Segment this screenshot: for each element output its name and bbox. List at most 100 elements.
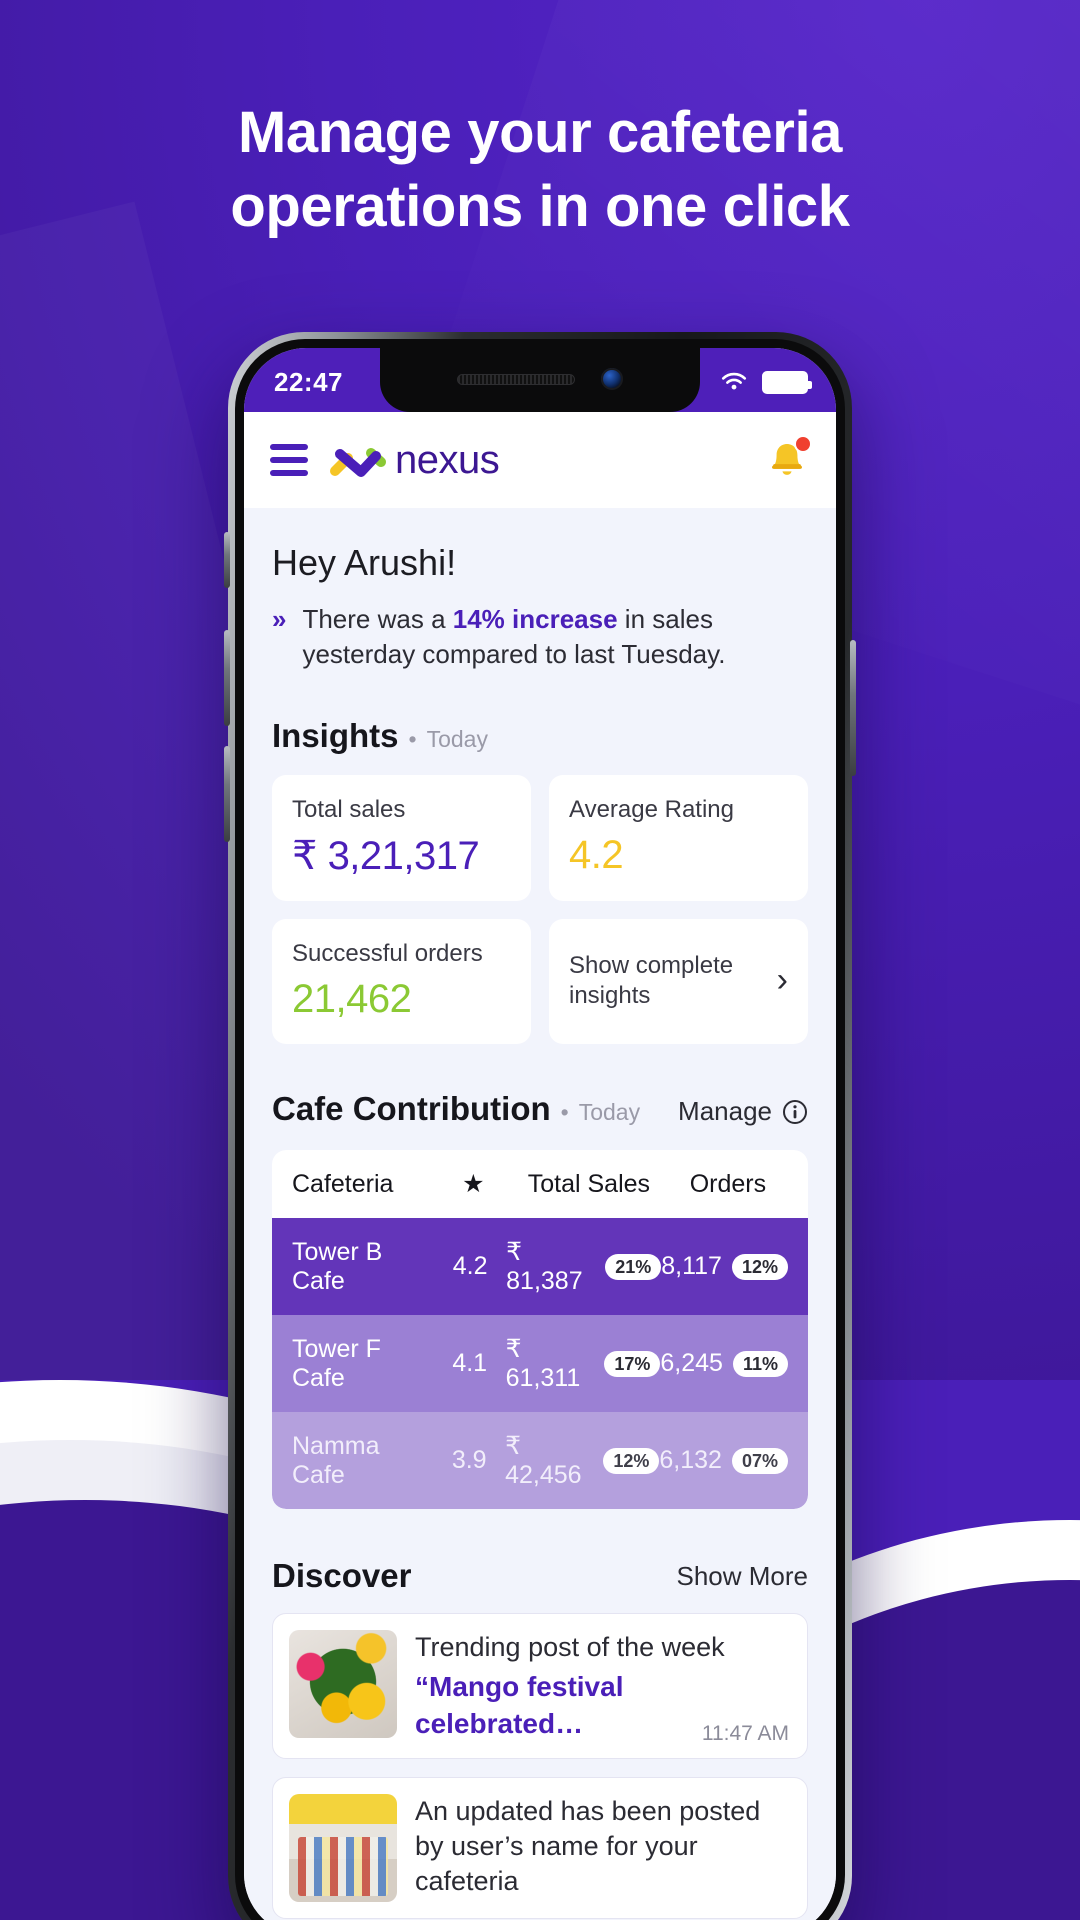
cell-orders-percent-badge: 07% xyxy=(731,1447,788,1474)
cell-orders: 6,245 11% xyxy=(660,1349,788,1378)
insight-card-average-rating[interactable]: Average Rating 4.2 xyxy=(549,775,808,902)
cell-orders-percent-badge: 11% xyxy=(732,1350,788,1377)
cell-sales-percent-badge: 17% xyxy=(604,1350,661,1377)
show-complete-insights-label: Show complete insights xyxy=(569,951,734,1009)
cell-orders-count: 8,117 xyxy=(661,1252,722,1281)
insights-title: Insights xyxy=(272,717,399,755)
discover-section-header: Discover Show More xyxy=(272,1557,808,1595)
cell-sales-amount: ₹ 81,387 xyxy=(506,1238,583,1296)
cafeteria-shelf-photo xyxy=(289,1794,397,1903)
phone-button-power[interactable] xyxy=(850,640,856,776)
double-chevron-right-icon: » xyxy=(272,604,287,634)
earpiece-speaker-icon xyxy=(457,373,575,385)
sales-tip: » There was a 14% increase in sales yest… xyxy=(272,602,808,671)
insight-card-label: Total sales xyxy=(292,796,406,824)
hamburger-line xyxy=(270,444,308,450)
insight-card-total-sales[interactable]: Total sales ₹ 3,21,317 xyxy=(272,775,531,902)
promo-headline-line-2: operations in one click xyxy=(230,174,850,240)
app-content: Hey Arushi! » There was a 14% increase i… xyxy=(244,508,836,1920)
list-item[interactable]: An updated has been posted by user’s nam… xyxy=(272,1777,808,1920)
column-header-orders: Orders xyxy=(689,1169,767,1198)
cell-sales-percent-badge: 21% xyxy=(605,1253,662,1280)
cell-rating: 4.1 xyxy=(452,1349,488,1378)
sales-tip-prefix: There was a xyxy=(302,604,453,634)
cell-orders-count: 6,245 xyxy=(660,1349,723,1378)
cell-orders-count: 6,132 xyxy=(659,1446,722,1475)
sales-tip-text: There was a 14% increase in sales yester… xyxy=(302,602,808,671)
phone-button-silent[interactable] xyxy=(224,532,230,588)
discover-item-body: An updated has been posted by user’s nam… xyxy=(415,1794,791,1902)
cafe-contribution-table: Cafeteria ★ Total Sales Orders Tower B C… xyxy=(272,1150,808,1510)
discover-show-more-button[interactable]: Show More xyxy=(677,1561,809,1592)
column-header-rating-star-icon: ★ xyxy=(462,1170,485,1199)
wifi-icon xyxy=(721,372,747,390)
table-row[interactable]: Tower B Cafe 4.2 ₹ 81,387 21% 8,117 12% xyxy=(272,1218,808,1316)
table-row[interactable]: Namma Cafe 3.9 ₹ 42,456 12% 6,132 07% xyxy=(272,1412,808,1510)
cafe-contribution-period[interactable]: Today xyxy=(579,1099,640,1126)
cell-sales-amount: ₹ 42,456 xyxy=(505,1432,582,1490)
brand-logo[interactable]: nexus xyxy=(330,437,500,483)
mango-festival-photo xyxy=(289,1630,397,1739)
table-header-row: Cafeteria ★ Total Sales Orders xyxy=(272,1150,808,1219)
phone-button-volume-down[interactable] xyxy=(224,746,230,842)
sales-tip-highlight: 14% increase xyxy=(452,604,618,634)
cell-total-sales: ₹ 61,311 17% xyxy=(506,1334,661,1393)
cafe-contribution-title: Cafe Contribution xyxy=(272,1090,551,1128)
cell-orders: 8,117 12% xyxy=(661,1252,788,1281)
insights-period[interactable]: Today xyxy=(427,726,488,753)
front-camera-icon xyxy=(601,368,623,390)
discover-item-timestamp: 11:47 AM xyxy=(701,1722,789,1746)
hamburger-line xyxy=(270,470,308,476)
insight-card-value: 21,462 xyxy=(292,977,412,1022)
insight-card-successful-orders[interactable]: Successful orders 21,462 xyxy=(272,919,531,1045)
insight-card-label: Average Rating xyxy=(569,796,734,824)
hamburger-line xyxy=(270,457,308,463)
cell-rating: 3.9 xyxy=(451,1446,487,1475)
column-header-cafeteria: Cafeteria xyxy=(292,1169,394,1198)
hamburger-menu-icon[interactable] xyxy=(270,444,308,476)
status-time: 22:47 xyxy=(274,366,343,397)
phone-screen: 22:47 nexus Hey Arushi! » There was a 14… xyxy=(244,348,836,1920)
cafe-contribution-separator: • xyxy=(560,1099,569,1126)
cell-total-sales: ₹ 81,387 21% xyxy=(506,1237,662,1296)
cafe-contribution-header: Cafe Contribution • Today Manage xyxy=(272,1090,808,1128)
app-header-left: nexus xyxy=(270,437,500,483)
notification-badge xyxy=(794,435,812,453)
phone-button-volume-up[interactable] xyxy=(224,630,230,726)
info-circle-icon xyxy=(783,1099,807,1124)
insights-section-header: Insights • Today xyxy=(272,717,808,755)
insights-separator: • xyxy=(408,726,417,753)
promo-headline: Manage your cafeteria operations in one … xyxy=(0,96,1080,244)
cell-cafeteria-name: Tower F Cafe xyxy=(292,1334,381,1392)
status-indicators xyxy=(718,370,812,394)
battery-full-icon xyxy=(762,370,812,394)
list-item[interactable]: Trending post of the week “Mango festiva… xyxy=(272,1613,808,1760)
cell-sales-percent-badge: 12% xyxy=(603,1447,660,1474)
cell-cafeteria-name: Namma Cafe xyxy=(292,1431,380,1489)
insight-card-label: Successful orders xyxy=(292,940,483,968)
promo-headline-line-1: Manage your cafeteria xyxy=(237,100,843,165)
page-title: Hey Arushi! xyxy=(272,542,457,583)
nexus-logo-icon xyxy=(330,448,386,477)
cell-total-sales: ₹ 42,456 12% xyxy=(505,1431,660,1490)
manage-label: Manage xyxy=(678,1096,772,1127)
discover-title: Discover xyxy=(272,1557,412,1595)
phone-bezel: 22:47 nexus Hey Arushi! » There was a 14… xyxy=(235,339,845,1920)
manage-button[interactable]: Manage xyxy=(678,1096,808,1127)
chevron-right-icon: › xyxy=(776,961,788,1000)
phone-mockup: 22:47 nexus Hey Arushi! » There was a 14… xyxy=(224,332,856,1920)
insight-card-value: 4.2 xyxy=(569,833,624,878)
cell-orders: 6,132 07% xyxy=(659,1446,788,1475)
content-padding: Hey Arushi! » There was a 14% increase i… xyxy=(244,542,836,1920)
discover-item-line-1: An updated has been posted by user’s nam… xyxy=(415,1796,761,1897)
discover-item-line-1: Trending post of the week xyxy=(415,1632,725,1663)
insight-card-value: ₹ 3,21,317 xyxy=(292,834,480,879)
column-header-total-sales: Total Sales xyxy=(527,1169,651,1198)
notifications-button[interactable] xyxy=(764,435,812,483)
show-complete-insights-button[interactable]: Show complete insights › xyxy=(549,919,808,1045)
brand-name: nexus xyxy=(395,437,500,482)
table-row[interactable]: Tower F Cafe 4.1 ₹ 61,311 17% 6,245 11% xyxy=(272,1315,808,1413)
cell-cafeteria-name: Tower B Cafe xyxy=(292,1237,383,1295)
cell-rating: 4.2 xyxy=(452,1252,488,1281)
app-header: nexus xyxy=(244,412,836,508)
